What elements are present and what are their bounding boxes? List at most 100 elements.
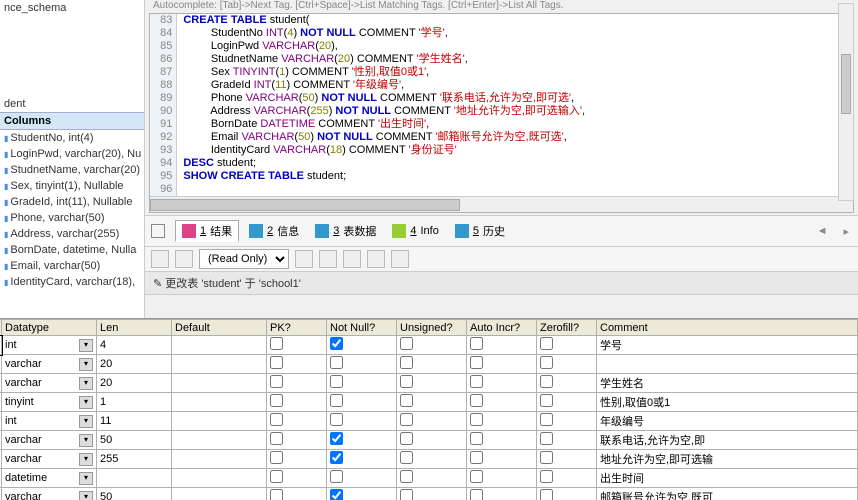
dropdown-icon[interactable]: ▾: [79, 377, 93, 390]
un-checkbox[interactable]: [400, 432, 413, 445]
tool-btn-4[interactable]: [367, 250, 385, 268]
schema-label[interactable]: nce_schema: [0, 0, 144, 16]
table-label[interactable]: dent: [0, 96, 144, 112]
columns-folder[interactable]: Columns: [0, 112, 144, 130]
nn-checkbox[interactable]: [330, 375, 343, 388]
ai-checkbox[interactable]: [470, 489, 483, 500]
table-row[interactable]: *int▾4学号: [0, 336, 858, 355]
pk-checkbox[interactable]: [270, 394, 283, 407]
tree-column[interactable]: GradeId, int(11), Nullable: [0, 194, 144, 210]
table-row[interactable]: Addressvarchar▾255地址允许为空,即可选输: [0, 450, 858, 469]
un-checkbox[interactable]: [400, 394, 413, 407]
code-area[interactable]: CREATE TABLE student( StudentNo INT(4) N…: [177, 14, 591, 196]
sql-editor[interactable]: 8384858687888990919293949596979899100101…: [149, 13, 854, 213]
pk-checkbox[interactable]: [270, 413, 283, 426]
tree-column[interactable]: StudnetName, varchar(20): [0, 162, 144, 178]
table-row[interactable]: StudnetNamevarchar▾20学生姓名: [0, 374, 858, 393]
editor-vscrollbar[interactable]: [838, 3, 854, 201]
zf-checkbox[interactable]: [540, 413, 553, 426]
zf-checkbox[interactable]: [540, 356, 553, 369]
table-row[interactable]: Phonevarchar▾50联系电话,允许为空,即: [0, 431, 858, 450]
un-checkbox[interactable]: [400, 375, 413, 388]
zf-checkbox[interactable]: [540, 432, 553, 445]
tree-column[interactable]: Address, varchar(255): [0, 226, 144, 242]
nn-checkbox[interactable]: [330, 470, 343, 483]
grid-header[interactable]: PK?: [267, 320, 327, 336]
pk-checkbox[interactable]: [270, 451, 283, 464]
dropdown-icon[interactable]: ▾: [79, 358, 93, 371]
table-row[interactable]: BornDatedatetime▾出生时间: [0, 469, 858, 488]
zf-checkbox[interactable]: [540, 489, 553, 500]
nn-checkbox[interactable]: [330, 337, 343, 350]
table-row[interactable]: Sextinyint▾1性别,取值0或1: [0, 393, 858, 412]
un-checkbox[interactable]: [400, 413, 413, 426]
grid-header[interactable]: Not Null?: [327, 320, 397, 336]
grid-header[interactable]: Zerofill?: [537, 320, 597, 336]
tab-menu-icon[interactable]: [151, 224, 165, 238]
nn-checkbox[interactable]: [330, 489, 343, 500]
dropdown-icon[interactable]: ▾: [79, 396, 93, 409]
tab-prev-icon[interactable]: ◄: [814, 225, 831, 237]
tab-表数据[interactable]: 3 表数据: [309, 220, 382, 242]
tool-btn-3[interactable]: [343, 250, 361, 268]
nn-checkbox[interactable]: [330, 413, 343, 426]
nn-checkbox[interactable]: [330, 394, 343, 407]
nn-checkbox[interactable]: [330, 432, 343, 445]
un-checkbox[interactable]: [400, 489, 413, 500]
pk-checkbox[interactable]: [270, 356, 283, 369]
ai-checkbox[interactable]: [470, 432, 483, 445]
pk-checkbox[interactable]: [270, 470, 283, 483]
table-row[interactable]: GradeIdint▾11年级编号: [0, 412, 858, 431]
grid-header[interactable]: Comment: [597, 320, 858, 336]
zf-checkbox[interactable]: [540, 375, 553, 388]
pk-checkbox[interactable]: [270, 432, 283, 445]
ai-checkbox[interactable]: [470, 413, 483, 426]
readonly-combo[interactable]: (Read Only): [199, 249, 289, 269]
tab-历史[interactable]: 5 历史: [449, 220, 511, 242]
un-checkbox[interactable]: [400, 356, 413, 369]
dropdown-icon[interactable]: ▾: [79, 434, 93, 447]
editor-hscrollbar[interactable]: [150, 196, 853, 212]
grid-header[interactable]: Datatype: [2, 320, 97, 336]
ai-checkbox[interactable]: [470, 394, 483, 407]
tree-column[interactable]: StudentNo, int(4): [0, 130, 144, 146]
pk-checkbox[interactable]: [270, 375, 283, 388]
grid-header[interactable]: Unsigned?: [397, 320, 467, 336]
dropdown-icon[interactable]: ▾: [79, 415, 93, 428]
tree-column[interactable]: BornDate, datetime, Nulla: [0, 242, 144, 258]
tree-column[interactable]: Phone, varchar(50): [0, 210, 144, 226]
tool-btn-2[interactable]: [319, 250, 337, 268]
export-icon[interactable]: [151, 250, 169, 268]
ai-checkbox[interactable]: [470, 337, 483, 350]
dropdown-icon[interactable]: ▾: [79, 491, 93, 500]
un-checkbox[interactable]: [400, 470, 413, 483]
ai-checkbox[interactable]: [470, 451, 483, 464]
un-checkbox[interactable]: [400, 337, 413, 350]
grid-header[interactable]: Len: [97, 320, 172, 336]
zf-checkbox[interactable]: [540, 337, 553, 350]
pk-checkbox[interactable]: [270, 337, 283, 350]
zf-checkbox[interactable]: [540, 451, 553, 464]
zf-checkbox[interactable]: [540, 470, 553, 483]
grid-icon[interactable]: [175, 250, 193, 268]
tree-column[interactable]: LoginPwd, varchar(20), Nu: [0, 146, 144, 162]
dropdown-icon[interactable]: ▾: [79, 453, 93, 466]
dropdown-icon[interactable]: ▾: [79, 339, 93, 352]
tab-结果[interactable]: 1 结果: [175, 220, 239, 242]
tool-btn-1[interactable]: [295, 250, 313, 268]
ai-checkbox[interactable]: [470, 375, 483, 388]
nn-checkbox[interactable]: [330, 356, 343, 369]
tree-column[interactable]: Email, varchar(50): [0, 258, 144, 274]
tree-column[interactable]: Sex, tinyint(1), Nullable: [0, 178, 144, 194]
tab-信息[interactable]: 2 信息: [243, 220, 305, 242]
grid-header[interactable]: Auto Incr?: [467, 320, 537, 336]
table-row[interactable]: Emailvarchar▾50邮箱账号允许为空,既可: [0, 488, 858, 500]
zf-checkbox[interactable]: [540, 394, 553, 407]
tab-Info[interactable]: 4 Info: [386, 220, 444, 242]
ai-checkbox[interactable]: [470, 356, 483, 369]
un-checkbox[interactable]: [400, 451, 413, 464]
grid-header[interactable]: Default: [172, 320, 267, 336]
dropdown-icon[interactable]: ▾: [79, 472, 93, 485]
pk-checkbox[interactable]: [270, 489, 283, 500]
table-row[interactable]: LoginPwdvarchar▾20: [0, 355, 858, 374]
